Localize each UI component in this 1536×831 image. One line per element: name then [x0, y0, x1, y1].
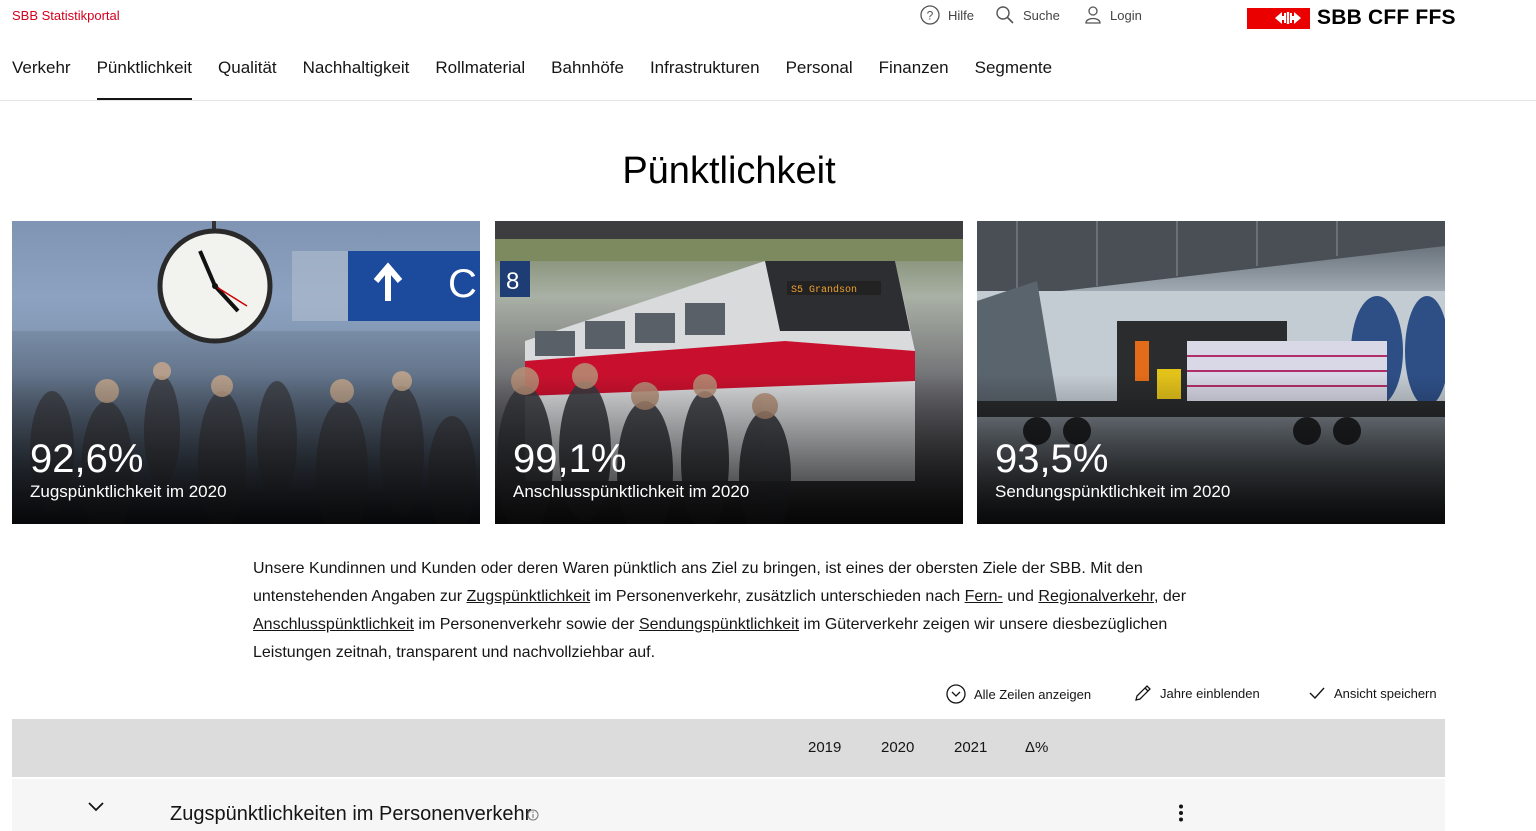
- info-icon[interactable]: [527, 809, 539, 821]
- svg-text:?: ?: [927, 9, 934, 23]
- nav-item-personal[interactable]: Personal: [786, 58, 853, 100]
- intro-text-part: im Personenverkehr sowie der: [413, 616, 639, 633]
- help-label: Hilfe: [948, 7, 975, 23]
- sbb-logo[interactable]: SBB CFF FFS: [1247, 6, 1456, 30]
- kpi-label: Sendungspünktlichkeit im 2020: [995, 482, 1231, 501]
- train-destination-display: S5 Grandson: [791, 284, 857, 296]
- search-icon: [996, 6, 1014, 24]
- kpi-tile-zugspuenktlichkeit[interactable]: C 92,6% Zugspünktlichkeit im 2020: [12, 221, 480, 524]
- help-icon: ?: [920, 5, 940, 25]
- link-regionalverkehr[interactable]: Regionalverkehr: [1038, 588, 1154, 605]
- search-label: Suche: [1023, 7, 1060, 23]
- intro-text-part: , der: [1154, 588, 1187, 605]
- show-all-rows-label: Alle Zeilen anzeigen: [974, 686, 1092, 702]
- platform-sign-text: C: [448, 262, 477, 306]
- column-header-2019: 2019: [808, 739, 842, 756]
- main-navigation: Verkehr Pünktlichkeit Qualität Nachhalti…: [12, 58, 1078, 100]
- table-header: 2019 2020 2021 Δ%: [12, 719, 1445, 777]
- show-years-label: Jahre einblenden: [1160, 685, 1260, 701]
- row-title: Zugspünktlichkeiten im Personenverkehr: [170, 803, 532, 825]
- kpi-value: 92,6%: [30, 437, 144, 481]
- intro-text: Unsere Kundinnen und Kunden oder deren W…: [253, 555, 1193, 667]
- save-view-button[interactable]: Ansicht speichern: [1308, 684, 1437, 702]
- show-years-button[interactable]: Jahre einblenden: [1134, 684, 1260, 702]
- column-header-delta: Δ%: [1025, 739, 1049, 756]
- column-header-2020: 2020: [881, 739, 915, 756]
- table-row: Zugspünktlichkeiten im Personenverkehr: [12, 779, 1445, 831]
- login-label: Login: [1110, 7, 1142, 23]
- nav-item-rollmaterial[interactable]: Rollmaterial: [435, 58, 525, 100]
- nav-item-verkehr[interactable]: Verkehr: [12, 58, 71, 100]
- nav-item-infrastrukturen[interactable]: Infrastrukturen: [650, 58, 760, 100]
- nav-divider: [0, 100, 1536, 101]
- show-all-rows-button[interactable]: Alle Zeilen anzeigen: [946, 684, 1091, 704]
- link-fernverkehr[interactable]: Fern-: [965, 588, 1003, 605]
- chevron-down-icon[interactable]: [87, 801, 105, 813]
- link-zugspuenktlichkeit[interactable]: Zugspünktlichkeit: [467, 588, 591, 605]
- chevron-circle-icon: [946, 684, 966, 704]
- nav-item-bahnhoefe[interactable]: Bahnhöfe: [551, 58, 624, 100]
- logo-text: SBB CFF FFS: [1317, 6, 1456, 29]
- nav-item-segmente[interactable]: Segmente: [975, 58, 1053, 100]
- kpi-value: 99,1%: [513, 437, 627, 481]
- nav-item-qualitaet[interactable]: Qualität: [218, 58, 277, 100]
- help-link[interactable]: ? Hilfe: [920, 5, 974, 25]
- check-icon: [1309, 687, 1325, 700]
- sbb-logo-icon: [1247, 7, 1310, 29]
- page-title: Pünktlichkeit: [622, 150, 836, 192]
- pencil-icon: [1135, 685, 1151, 701]
- search-link[interactable]: Suche: [995, 5, 1060, 25]
- kpi-tile-anschlusspuenktlichkeit[interactable]: 8 S5 Grandson 99,1% Anschlusspünktlichke…: [495, 221, 963, 524]
- nav-item-nachhaltigkeit[interactable]: Nachhaltigkeit: [303, 58, 410, 100]
- column-header-2021: 2021: [954, 739, 988, 756]
- platform-number: 8: [506, 268, 519, 295]
- link-anschlusspuenktlichkeit[interactable]: Anschlusspünktlichkeit: [253, 616, 414, 633]
- portal-name-link[interactable]: SBB Statistikportal: [12, 8, 120, 23]
- kpi-label: Anschlusspünktlichkeit im 2020: [513, 482, 750, 501]
- kpi-value: 93,5%: [995, 437, 1109, 481]
- login-link[interactable]: Login: [1084, 5, 1142, 25]
- nav-item-finanzen[interactable]: Finanzen: [879, 58, 949, 100]
- intro-text-part: und: [1002, 588, 1039, 605]
- link-sendungspuenktlichkeit[interactable]: Sendungspünktlichkeit: [639, 616, 799, 633]
- intro-text-part: im Personenverkehr, zusätzlich unterschi…: [590, 588, 965, 605]
- nav-item-puenktlichkeit[interactable]: Pünktlichkeit: [96, 58, 193, 100]
- kpi-label: Zugspünktlichkeit im 2020: [30, 482, 227, 501]
- save-view-label: Ansicht speichern: [1334, 685, 1437, 701]
- kpi-tile-sendungspuenktlichkeit[interactable]: 93,5% Sendungspünktlichkeit im 2020: [977, 221, 1445, 524]
- more-vertical-icon[interactable]: [1178, 804, 1184, 822]
- user-icon: [1085, 6, 1101, 24]
